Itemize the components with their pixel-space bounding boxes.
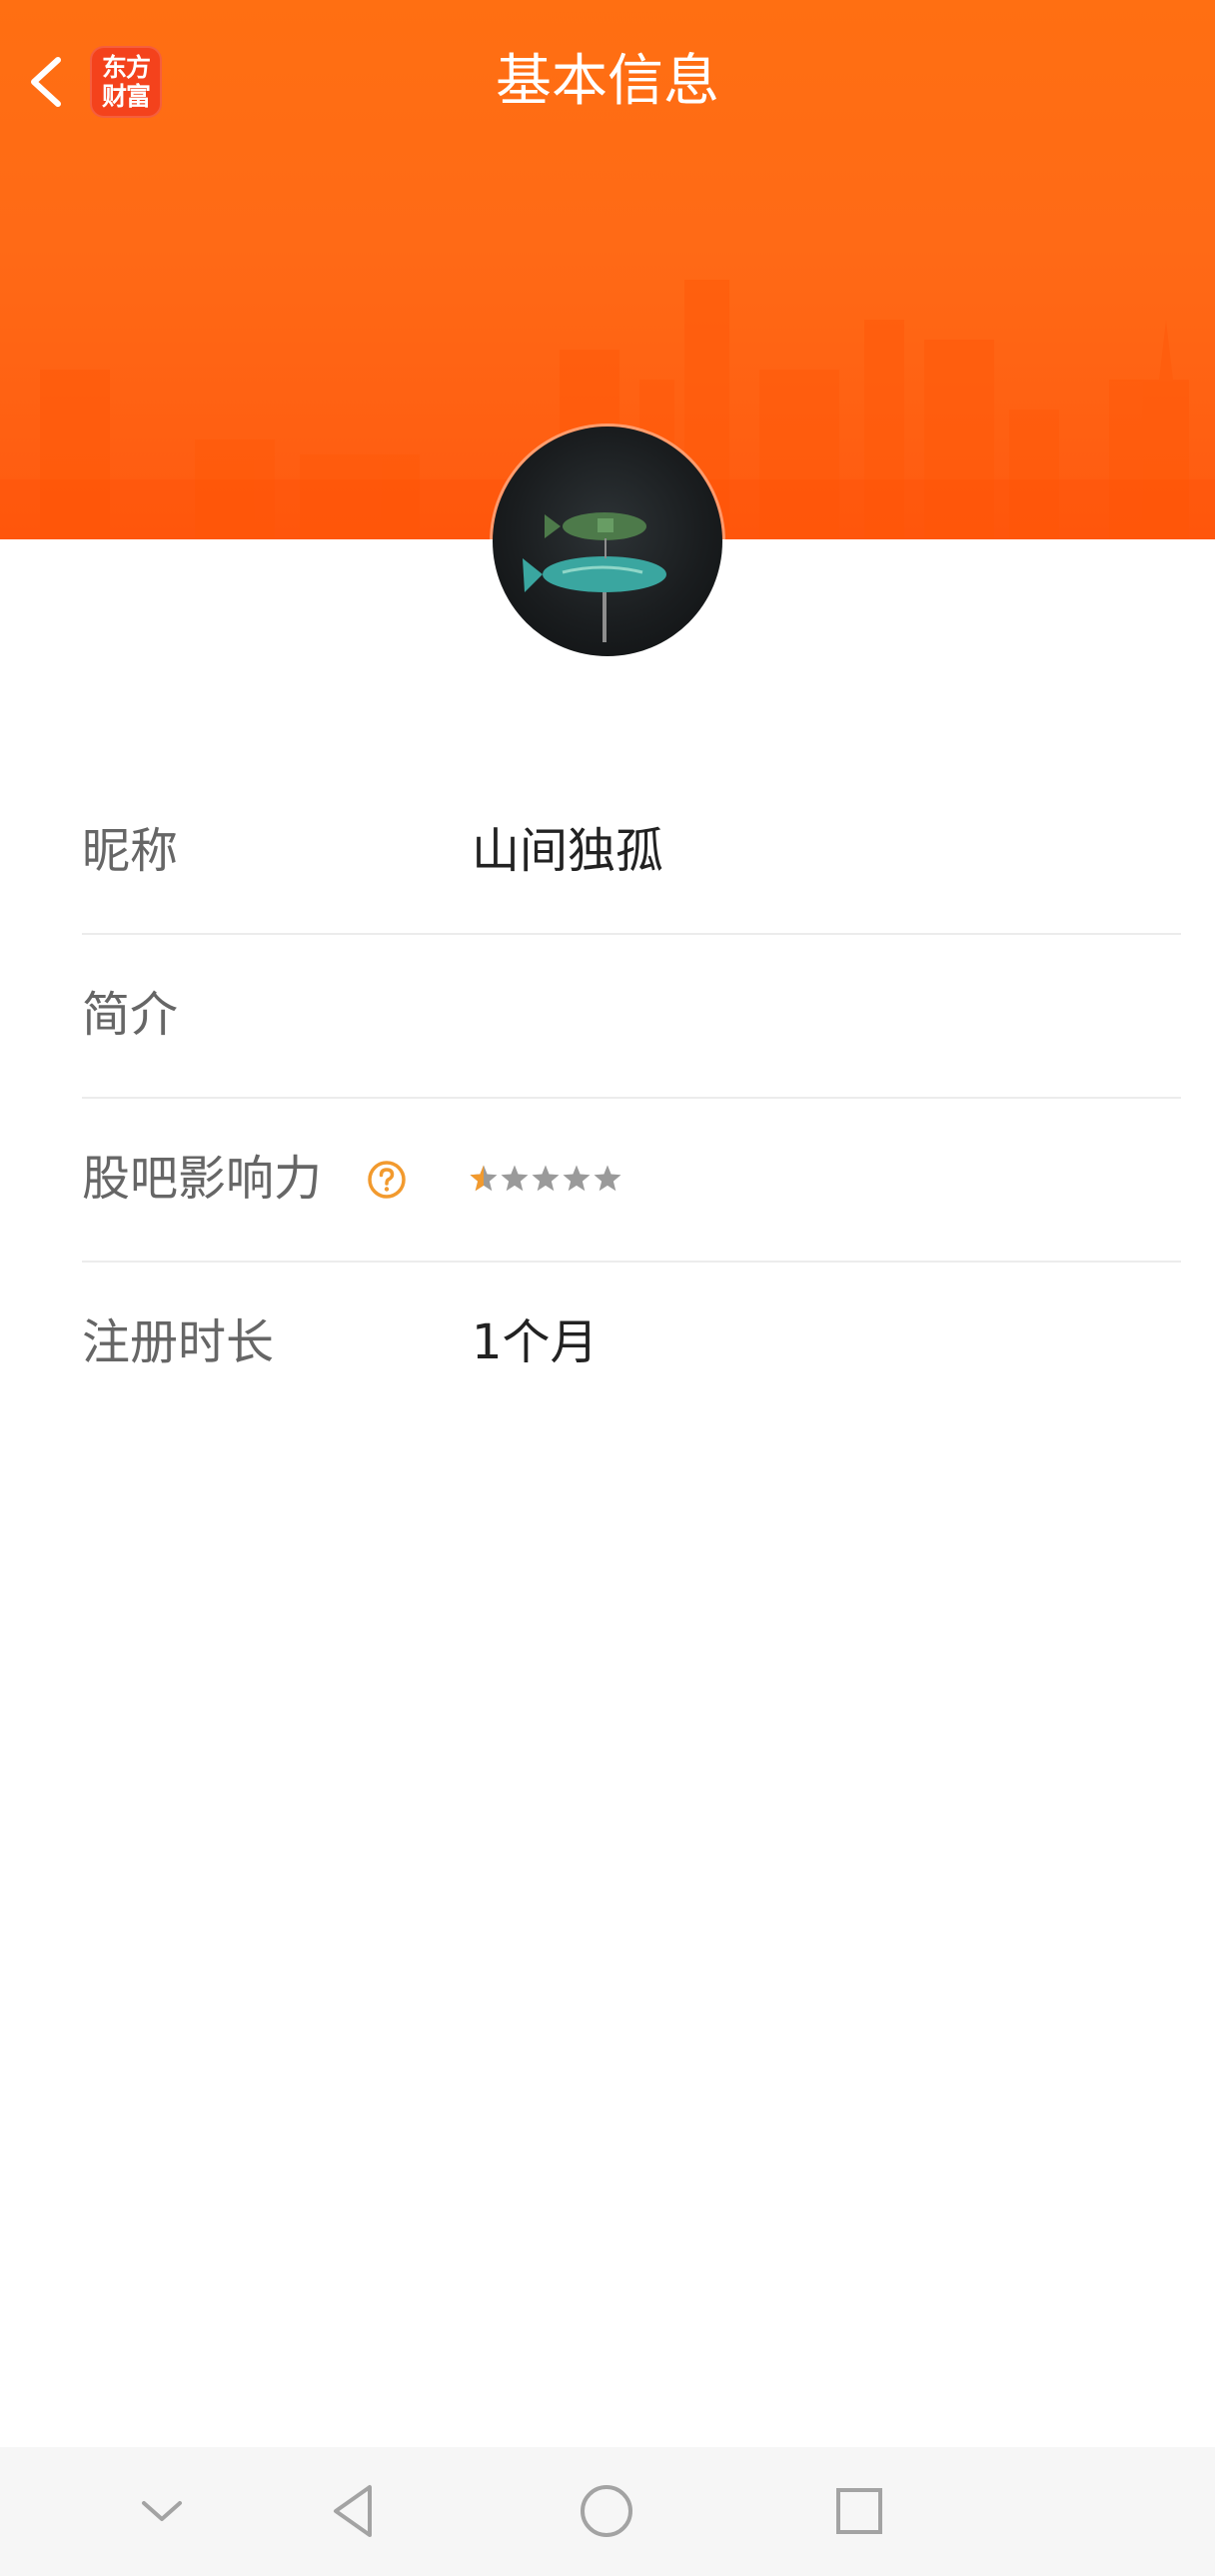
row-intro: 简介 <box>82 935 1181 1099</box>
profile-page: 东方 财富 基本信息 昵称 山间独孤 简介 股吧影响力 注册时长 1个月 <box>0 0 1215 2576</box>
star-icon <box>501 1165 529 1192</box>
star-icon <box>470 1165 498 1192</box>
nav-home-button[interactable] <box>567 2471 646 2551</box>
chevron-down-icon <box>142 2501 182 2521</box>
nav-hide-button[interactable] <box>122 2471 202 2551</box>
question-circle-icon[interactable] <box>367 1160 407 1200</box>
star-icon <box>594 1165 621 1192</box>
registration-label: 注册时长 <box>82 1314 275 1370</box>
influence-rating <box>469 1157 623 1201</box>
row-registration: 注册时长 1个月 <box>82 1263 1181 1424</box>
influence-label: 股吧影响力 <box>82 1151 323 1207</box>
system-nav-bar <box>0 2447 1215 2576</box>
star-icon <box>532 1165 560 1192</box>
row-nickname: 昵称 山间独孤 <box>82 771 1181 935</box>
nickname-value: 山间独孤 <box>472 823 664 879</box>
nav-back-button[interactable] <box>314 2471 394 2551</box>
registration-value: 1个月 <box>472 1314 599 1370</box>
nickname-label: 昵称 <box>82 823 179 879</box>
row-influence: 股吧影响力 <box>82 1099 1181 1263</box>
nav-recents-button[interactable] <box>819 2471 899 2551</box>
intro-label: 简介 <box>82 987 179 1043</box>
star-icon <box>563 1165 591 1192</box>
page-title: 基本信息 <box>496 49 719 114</box>
square-recents-icon <box>836 2488 882 2534</box>
avatar[interactable] <box>493 427 722 656</box>
avatar-image <box>523 512 666 642</box>
circle-home-icon <box>581 2485 632 2537</box>
profile-info-list: 昵称 山间独孤 简介 股吧影响力 注册时长 1个月 <box>82 771 1181 1424</box>
triangle-back-icon <box>334 2485 372 2537</box>
